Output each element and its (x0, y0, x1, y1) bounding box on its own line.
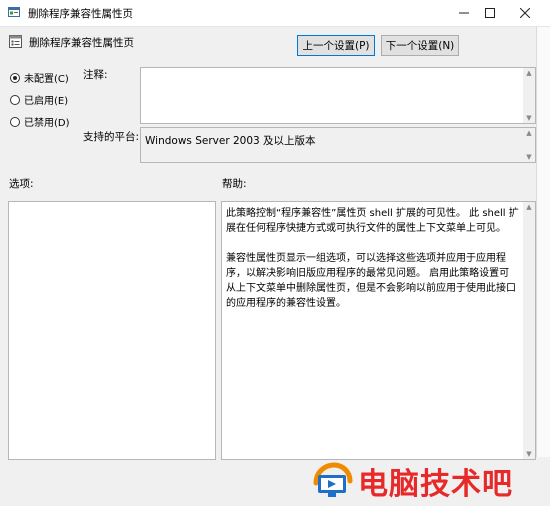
platform-scrollbar[interactable]: ▲ ▼ (523, 128, 535, 162)
comment-textarea[interactable]: ▲ ▼ (140, 67, 536, 124)
scroll-down-arrow-icon[interactable]: ▼ (523, 114, 535, 122)
platform-label: 支持的平台: (83, 131, 140, 143)
maximize-icon[interactable] (473, 0, 507, 26)
radio-disabled[interactable]: 已禁用(D) (10, 114, 70, 129)
previous-setting-button[interactable]: 上一个设置(P) (297, 35, 375, 56)
background-window-edge (536, 27, 550, 457)
window-title: 删除程序兼容性属性页 (28, 8, 133, 20)
help-text: 此策略控制“程序兼容性”属性页 shell 扩展的可见性。 此 shell 扩展… (226, 208, 519, 309)
radio-selected-dot (13, 75, 17, 80)
scroll-up-arrow-icon[interactable]: ▲ (523, 69, 535, 77)
help-panel: 此策略控制“程序兼容性”属性页 shell 扩展的可见性。 此 shell 扩展… (221, 201, 536, 460)
next-setting-button[interactable]: 下一个设置(N) (381, 35, 459, 56)
setting-page-icon (9, 35, 22, 48)
radio-button[interactable] (10, 72, 20, 83)
comment-scrollbar[interactable]: ▲ ▼ (523, 68, 535, 123)
radio-button[interactable] (10, 116, 20, 127)
radio-label: 已启用(E) (24, 96, 69, 107)
scroll-down-arrow-icon[interactable]: ▼ (523, 153, 535, 161)
scroll-up-arrow-icon[interactable]: ▲ (523, 203, 535, 211)
radio-label: 已禁用(D) (24, 118, 70, 129)
policy-app-icon (8, 7, 20, 17)
watermark: 电脑技术吧 (310, 455, 550, 506)
options-label: 选项: (9, 178, 34, 190)
radio-not-configured[interactable]: 未配置(C) (10, 70, 69, 85)
computer-logo-icon (313, 461, 353, 497)
radio-button[interactable] (10, 94, 20, 105)
help-label: 帮助: (222, 178, 247, 190)
help-scrollbar[interactable]: ▲ ▼ (523, 202, 535, 459)
platform-value: Windows Server 2003 及以上版本 (145, 135, 316, 147)
title-bar: 删除程序兼容性属性页 (0, 0, 550, 27)
radio-label: 未配置(C) (24, 74, 69, 85)
watermark-text: 电脑技术吧 (358, 466, 513, 502)
comment-label: 注释: (83, 69, 108, 81)
radio-enabled[interactable]: 已启用(E) (10, 92, 68, 107)
options-panel (8, 201, 216, 460)
close-icon[interactable] (508, 0, 542, 26)
scroll-up-arrow-icon[interactable]: ▲ (523, 129, 535, 137)
platform-field: Windows Server 2003 及以上版本 ▲ ▼ (140, 127, 536, 163)
setting-name: 删除程序兼容性属性页 (29, 37, 134, 49)
